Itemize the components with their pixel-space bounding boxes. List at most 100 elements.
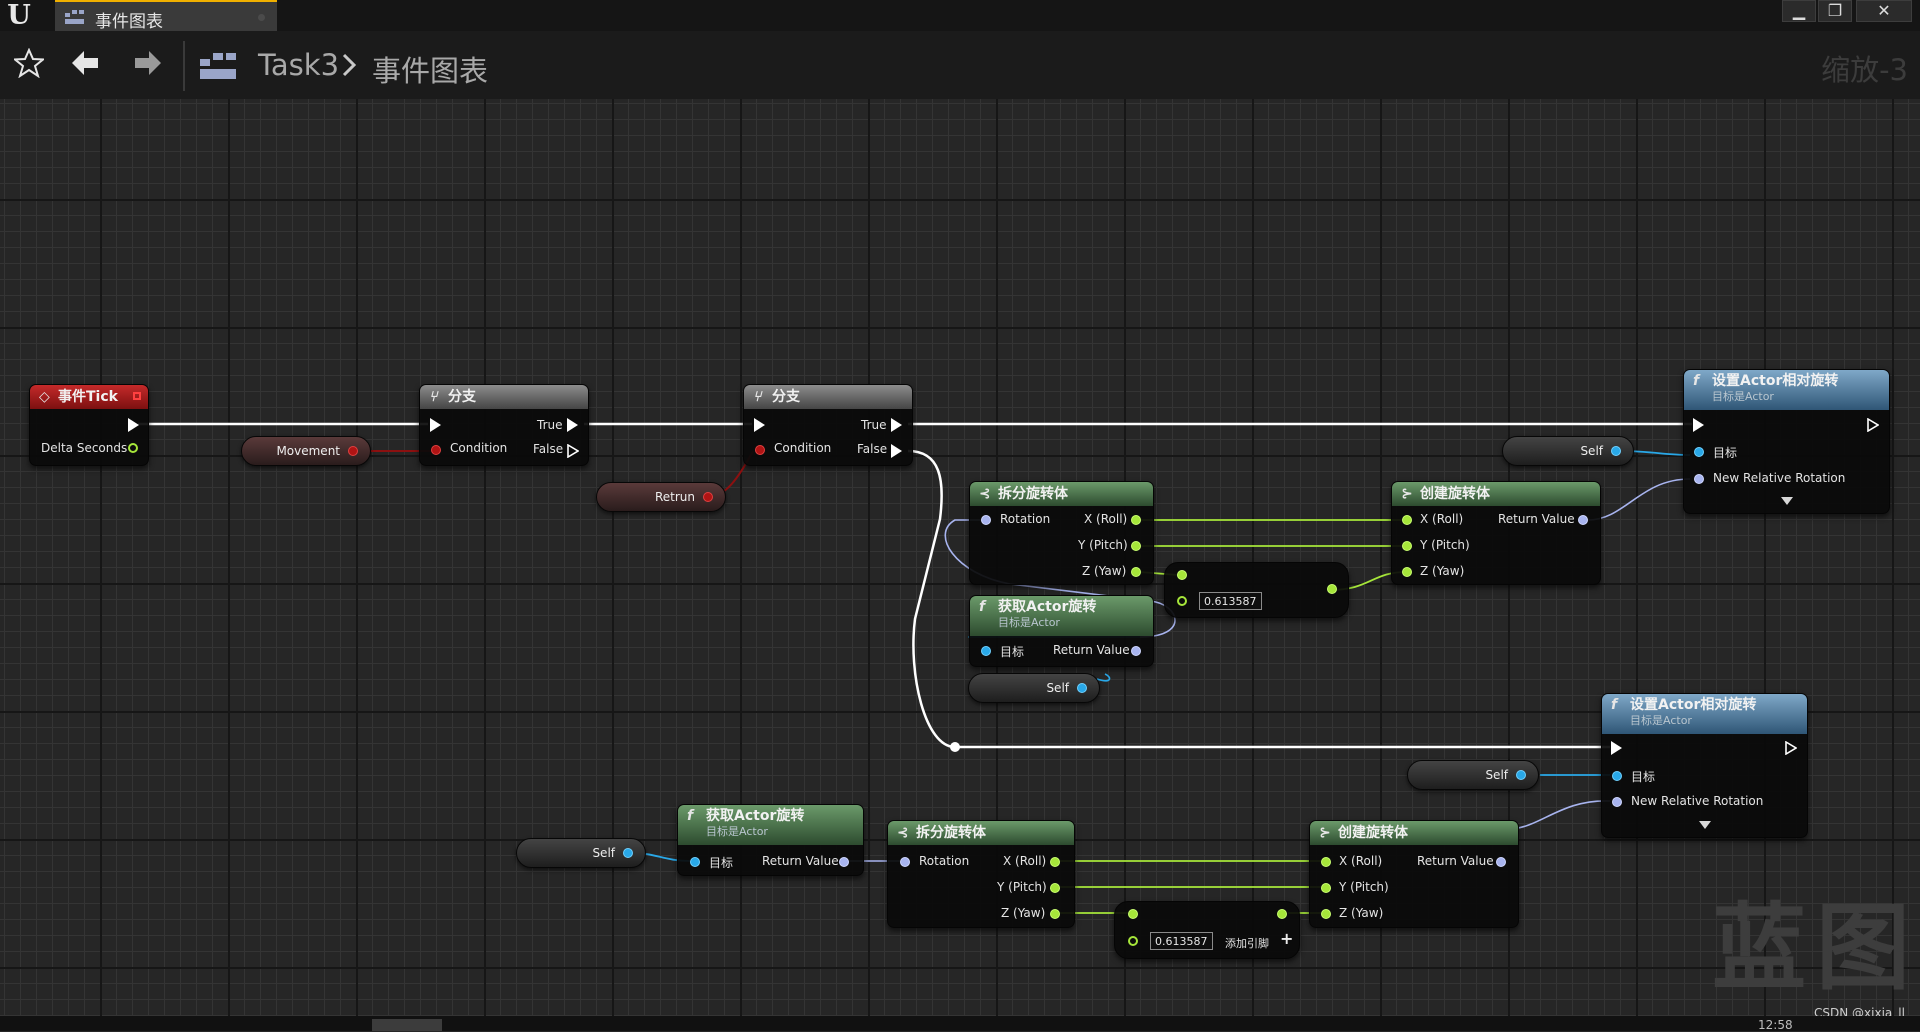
return-value-out-pin[interactable] [839, 857, 849, 867]
close-button[interactable]: ✕ [1856, 0, 1912, 22]
retrun-variable-node[interactable]: Retrun [596, 482, 726, 512]
add-out-pin[interactable] [1327, 584, 1337, 594]
x-roll-in-pin[interactable] [1402, 515, 1412, 525]
self-label: Self [1485, 768, 1508, 782]
exec-in-pin[interactable] [1611, 741, 1622, 755]
self-out-pin[interactable] [1516, 770, 1526, 780]
tab-event-graph[interactable]: 事件图表 [55, 0, 277, 32]
true-exec-pin[interactable] [567, 418, 578, 432]
rotation-in-pin[interactable] [981, 515, 991, 525]
add-pin-label[interactable]: 添加引脚 [1225, 935, 1269, 951]
add-b-pin[interactable] [1128, 936, 1138, 946]
make-rotator-node-2[interactable]: ⊱ 创建旋转体 X (Roll) Return Value Y (Pitch) … [1309, 820, 1519, 928]
self-reference-node-set-1[interactable]: Self [1502, 436, 1634, 466]
set-actor-relative-rotation-2-subtitle: 目标是Actor [1630, 714, 1692, 727]
x-roll-in-pin[interactable] [1321, 857, 1331, 867]
exec-in-pin[interactable] [754, 418, 765, 432]
false-exec-pin[interactable] [567, 444, 579, 458]
delegate-pin-icon[interactable] [133, 392, 141, 400]
condition-label: Condition [774, 441, 832, 455]
add-b-value-field[interactable]: 0.613587 [1150, 932, 1213, 950]
star-icon[interactable] [14, 48, 44, 78]
self-reference-node-1[interactable]: Self [968, 673, 1100, 703]
x-roll-out-pin[interactable] [1131, 515, 1141, 525]
branch-node-1[interactable]: ⑂ 分支 True Condition False [419, 384, 589, 466]
exec-in-pin[interactable] [430, 418, 441, 432]
z-yaw-label: Z (Yaw) [1001, 906, 1046, 920]
add-float-node-2[interactable]: 0.613587 添加引脚 + [1114, 901, 1300, 959]
self-reference-node-set-2[interactable]: Self [1407, 760, 1539, 790]
back-arrow-icon[interactable] [70, 48, 100, 78]
target-label: 目标 [1631, 770, 1656, 784]
event-graph-canvas[interactable]: ◇ 事件Tick Delta Seconds Movement ⑂ 分支 Tru… [0, 99, 1920, 1016]
rotation-in-pin[interactable] [900, 857, 910, 867]
y-pitch-in-pin[interactable] [1321, 883, 1331, 893]
breadcrumb-root[interactable]: Task3 [258, 48, 339, 82]
new-relative-rotation-pin[interactable] [1612, 797, 1622, 807]
y-pitch-out-pin[interactable] [1050, 883, 1060, 893]
z-yaw-in-pin[interactable] [1321, 909, 1331, 919]
retrun-out-pin[interactable] [703, 492, 713, 502]
status-bar: 12:58 [0, 1016, 1920, 1032]
breadcrumb-leaf[interactable]: 事件图表 [372, 48, 488, 90]
return-value-out-pin[interactable] [1578, 515, 1588, 525]
graph-icon [200, 53, 236, 79]
expand-arrow-icon[interactable] [1699, 821, 1711, 829]
retrun-label: Retrun [654, 490, 695, 504]
break-rotator-node-2[interactable]: ⊰ 拆分旋转体 Rotation X (Roll) Y (Pitch) Z (Y… [887, 820, 1075, 928]
self-out-pin[interactable] [623, 848, 633, 858]
return-value-out-pin[interactable] [1131, 646, 1141, 656]
minimize-button[interactable]: ▁ [1782, 0, 1816, 22]
target-in-pin[interactable] [981, 646, 991, 656]
forward-arrow-icon[interactable] [133, 48, 163, 78]
add-a-pin[interactable] [1128, 909, 1138, 919]
self-out-pin[interactable] [1077, 683, 1087, 693]
z-yaw-label: Z (Yaw) [1082, 564, 1127, 578]
add-b-value-field[interactable]: 0.613587 [1199, 592, 1262, 610]
condition-pin[interactable] [755, 445, 765, 455]
horizontal-scrollbar-thumb[interactable] [372, 1019, 442, 1031]
exec-out-pin[interactable] [1867, 418, 1879, 432]
maximize-button[interactable]: ❐ [1818, 0, 1852, 22]
get-actor-rotation-node-2[interactable]: f 获取Actor旋转 目标是Actor 目标 Return Value [677, 804, 864, 876]
delta-seconds-pin[interactable] [128, 443, 138, 453]
target-in-pin[interactable] [1612, 771, 1622, 781]
event-tick-node[interactable]: ◇ 事件Tick Delta Seconds [29, 384, 149, 466]
function-icon: f [1693, 373, 1700, 389]
movement-variable-node[interactable]: Movement [241, 436, 371, 466]
branch-node-2[interactable]: ⑂ 分支 True Condition False [743, 384, 913, 466]
z-yaw-in-pin[interactable] [1402, 567, 1412, 577]
target-in-pin[interactable] [690, 857, 700, 867]
set-actor-relative-rotation-node-1[interactable]: f 设置Actor相对旋转 目标是Actor 目标 New Relative R… [1683, 369, 1890, 514]
self-reference-node-2[interactable]: Self [516, 838, 646, 868]
z-yaw-out-pin[interactable] [1050, 909, 1060, 919]
exec-out-pin[interactable] [1785, 741, 1797, 755]
y-pitch-out-pin[interactable] [1131, 541, 1141, 551]
self-out-pin[interactable] [1611, 446, 1621, 456]
event-tick-title: 事件Tick [58, 389, 118, 405]
exec-out-pin[interactable] [128, 418, 139, 432]
true-exec-pin[interactable] [891, 418, 902, 432]
expand-arrow-icon[interactable] [1781, 497, 1793, 505]
target-in-pin[interactable] [1694, 447, 1704, 457]
movement-out-pin[interactable] [348, 446, 358, 456]
y-pitch-in-pin[interactable] [1402, 541, 1412, 551]
add-pin-plus-icon[interactable]: + [1280, 929, 1293, 948]
exec-in-pin[interactable] [1693, 418, 1704, 432]
get-actor-rotation-node-1[interactable]: f 获取Actor旋转 目标是Actor 目标 Return Value [969, 595, 1154, 667]
condition-pin[interactable] [431, 445, 441, 455]
z-yaw-out-pin[interactable] [1131, 567, 1141, 577]
set-actor-relative-rotation-node-2[interactable]: f 设置Actor相对旋转 目标是Actor 目标 New Relative R… [1601, 693, 1808, 838]
x-roll-out-pin[interactable] [1050, 857, 1060, 867]
tab-close-icon[interactable] [258, 14, 265, 21]
make-rotator-node-1[interactable]: ⊱ 创建旋转体 X (Roll) Return Value Y (Pitch) … [1391, 481, 1601, 585]
false-exec-pin[interactable] [891, 444, 902, 458]
new-relative-rotation-pin[interactable] [1694, 474, 1704, 484]
add-b-pin[interactable] [1177, 596, 1187, 606]
add-a-pin[interactable] [1177, 570, 1187, 580]
add-out-pin[interactable] [1277, 909, 1287, 919]
return-value-out-pin[interactable] [1496, 857, 1506, 867]
add-float-node-1[interactable]: 0.613587 [1164, 562, 1349, 618]
unreal-logo-icon[interactable]: U [4, 1, 34, 30]
break-rotator-node-1[interactable]: ⊰ 拆分旋转体 Rotation X (Roll) Y (Pitch) Z (Y… [969, 481, 1154, 585]
